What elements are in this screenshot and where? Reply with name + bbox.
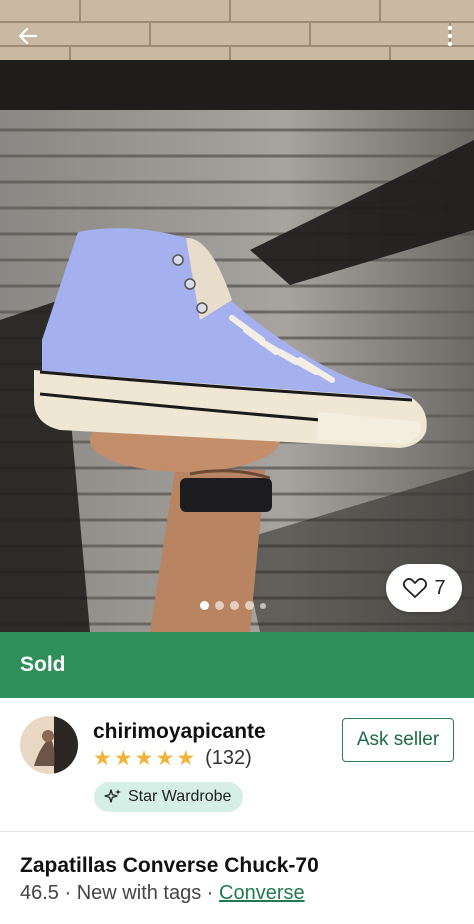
carousel-dot[interactable] (245, 601, 254, 610)
star-icon: ★ (93, 747, 112, 770)
item-title: Zapatillas Converse Chuck-70 (20, 854, 319, 877)
separator: · (64, 882, 72, 904)
avatar-image (20, 716, 78, 774)
item-condition: New with tags (76, 882, 202, 904)
star-icon: ★ (155, 747, 175, 770)
favorite-button[interactable]: 7 (386, 564, 462, 612)
back-button[interactable] (10, 18, 46, 54)
carousel-dot[interactable] (215, 601, 224, 610)
seller-avatar[interactable] (20, 716, 78, 774)
ask-seller-button[interactable]: Ask seller (342, 718, 454, 762)
seller-section: chirimoyapicante ★ ★ ★ ★ ★ (132) Star Wa… (0, 698, 474, 832)
brand-link[interactable]: Converse (219, 882, 305, 904)
star-wardrobe-badge[interactable]: Star Wardrobe (94, 782, 244, 812)
more-options-button[interactable] (438, 18, 462, 54)
carousel-dot[interactable] (200, 601, 209, 610)
separator: · (206, 882, 214, 904)
favorite-count: 7 (434, 576, 446, 599)
star-icon: ★ (113, 747, 133, 770)
item-details: 46.5 · New with tags · Converse (20, 882, 305, 905)
review-count: (132) (205, 747, 252, 769)
carousel-indicator (200, 601, 266, 610)
sparkle-icon (104, 789, 121, 803)
sold-status-label: Sold (20, 653, 66, 676)
star-icon: ★ (134, 747, 154, 770)
sold-banner: Sold (0, 632, 474, 698)
sneaker-photo (0, 0, 474, 632)
arrow-left-icon (18, 27, 38, 45)
more-vertical-icon (447, 25, 453, 47)
carousel-dot[interactable] (260, 602, 266, 609)
star-icon: ★ (176, 747, 196, 770)
carousel-dot[interactable] (230, 601, 239, 610)
item-size: 46.5 (20, 882, 59, 904)
badge-label: Star Wardrobe (128, 788, 232, 805)
seller-username[interactable]: chirimoyapicante (93, 720, 266, 744)
item-photo[interactable]: 7 (0, 0, 474, 632)
heart-icon (403, 578, 428, 598)
seller-rating[interactable]: ★ ★ ★ ★ ★ (132) (93, 747, 252, 770)
